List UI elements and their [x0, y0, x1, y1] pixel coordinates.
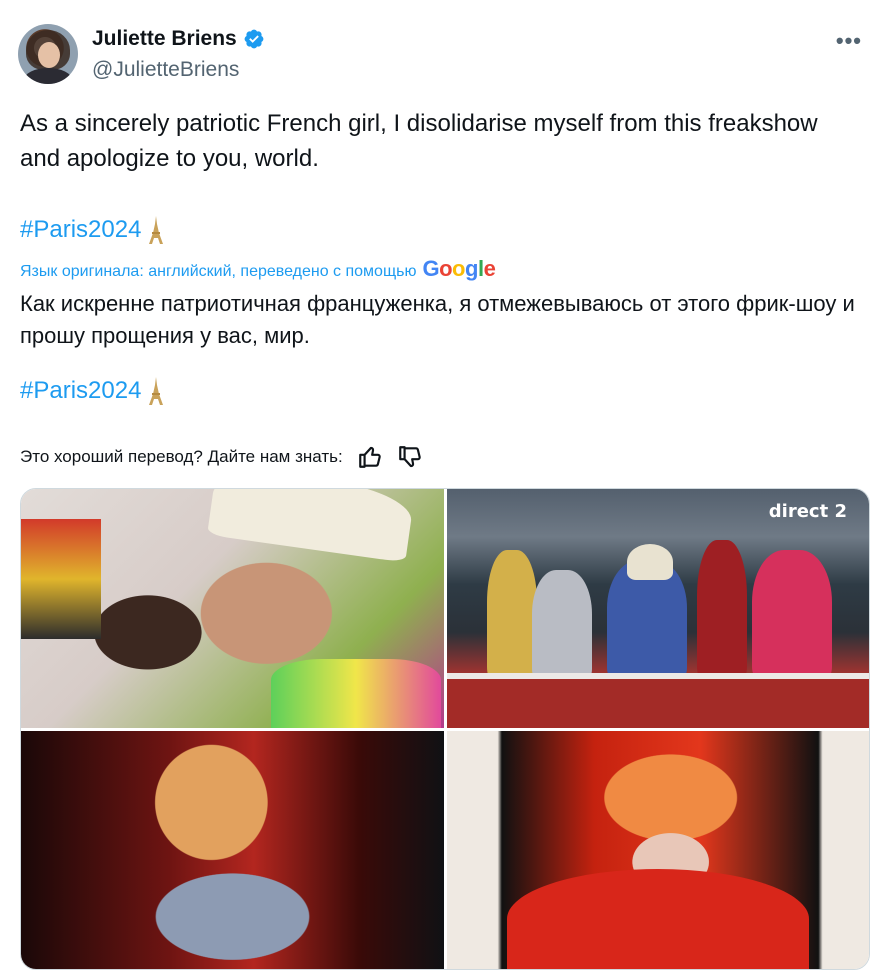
media-image-4[interactable] — [446, 730, 869, 969]
translated-hashtag-text[interactable]: #Paris2024 — [20, 377, 141, 405]
media-image-2[interactable]: direct 2 — [446, 489, 869, 728]
broadcast-logo: direct 2 — [768, 501, 847, 522]
avatar[interactable] — [18, 24, 78, 84]
translation-note[interactable]: Язык оригинала: английский, переведено с… — [20, 256, 496, 282]
media-image-2-detail — [531, 569, 592, 680]
author-name-row: Juliette Briens — [92, 27, 265, 51]
media-image-1[interactable] — [21, 489, 444, 728]
media-image-2-detail — [696, 539, 747, 680]
media-image-2-detail — [626, 544, 673, 580]
translated-hashtag-link[interactable]: #Paris2024 — [20, 376, 165, 406]
media-grid: direct 2 — [20, 488, 870, 970]
author-handle[interactable]: @JulietteBriens — [92, 58, 239, 82]
media-image-1-detail — [21, 519, 101, 639]
hashtag-link[interactable]: #Paris2024 — [20, 215, 165, 245]
eiffel-tower-icon — [149, 216, 164, 244]
media-image-2-detail — [486, 549, 537, 680]
media-image-2-detail — [751, 549, 832, 680]
author-name[interactable]: Juliette Briens — [92, 27, 237, 51]
thumbs-up-icon[interactable] — [357, 444, 383, 470]
media-image-2-detail — [446, 679, 869, 728]
tweet-text: As a sincerely patriotic French girl, I … — [20, 110, 818, 172]
more-options-icon[interactable]: ••• — [836, 28, 862, 54]
media-image-1-detail — [207, 489, 415, 563]
avatar-face — [38, 42, 60, 68]
avatar-shoulders — [24, 68, 72, 84]
translated-text: Как искренне патриотичная француженка, я… — [20, 291, 855, 348]
hashtag-text[interactable]: #Paris2024 — [20, 216, 141, 244]
translation-feedback: Это хороший перевод? Дайте нам знать: — [20, 444, 423, 470]
media-image-1-detail — [271, 659, 441, 728]
eiffel-tower-icon — [149, 377, 164, 405]
feedback-prompt: Это хороший перевод? Дайте нам знать: — [20, 447, 343, 466]
thumbs-down-icon[interactable] — [397, 444, 423, 470]
google-logo: Google — [422, 256, 496, 281]
media-image-3[interactable] — [21, 730, 444, 969]
verified-badge-icon — [244, 29, 264, 49]
translation-note-text[interactable]: Язык оригинала: английский, переведено с… — [20, 263, 416, 281]
media-image-4-detail — [506, 869, 809, 969]
